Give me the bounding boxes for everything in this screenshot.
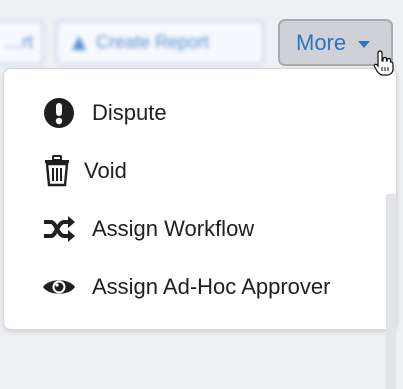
menu-item-dispute[interactable]: Dispute bbox=[4, 89, 384, 137]
shuffle-icon bbox=[42, 212, 76, 246]
create-report-icon bbox=[72, 35, 86, 50]
create-report-label: Create Report bbox=[96, 32, 210, 52]
menu-scrollbar[interactable] bbox=[386, 194, 396, 389]
menu-item-assign-ad-hoc-approver[interactable]: Assign Ad-Hoc Approver bbox=[4, 263, 384, 311]
exclamation-circle-icon bbox=[42, 96, 76, 130]
trash-icon bbox=[40, 154, 74, 188]
create-report-button[interactable]: Create Report bbox=[56, 20, 264, 65]
export-button-label: …rt bbox=[4, 32, 33, 52]
menu-item-label: Dispute bbox=[92, 100, 167, 125]
chevron-down-icon bbox=[358, 40, 371, 48]
menu-item-assign-workflow[interactable]: Assign Workflow bbox=[4, 205, 384, 253]
menu-item-label: Assign Ad-Hoc Approver bbox=[92, 274, 331, 299]
menu-item-void[interactable]: Void bbox=[4, 147, 384, 195]
more-dropdown-menu: Dispute Void Assign Workflow Assign Ad-H… bbox=[3, 68, 397, 389]
export-button[interactable]: …rt bbox=[0, 20, 44, 65]
hand-cursor-icon bbox=[373, 50, 395, 76]
page: { "toolbar": { "left_button_label": "…rt… bbox=[0, 0, 403, 389]
menu-item-label: Assign Workflow bbox=[92, 216, 255, 241]
menu-item-label: Void bbox=[84, 158, 127, 183]
more-button-label: More bbox=[296, 29, 347, 55]
eye-icon bbox=[42, 270, 76, 304]
